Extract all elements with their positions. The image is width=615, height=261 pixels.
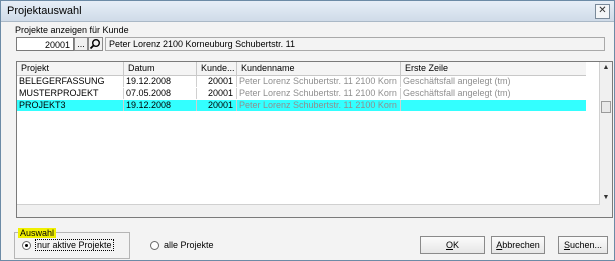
table-row-selected[interactable]: PROJEKT3 19.12.2008 20001 Peter Lorenz S… — [17, 100, 586, 111]
project-selection-window: Projektauswahl ✕ Projekte anzeigen für K… — [0, 0, 615, 261]
option-all-projects-label[interactable]: alle Projekte — [164, 240, 214, 250]
cell-datum: 07.05.2008 — [124, 88, 197, 99]
cell-projekt: MUSTERPROJEKT — [17, 88, 124, 99]
browse-button[interactable]: ... — [74, 37, 88, 51]
search-label: uchen... — [569, 240, 603, 250]
cell-erste-zeile — [401, 100, 586, 111]
radio-active-projects[interactable] — [22, 241, 31, 250]
cancel-label: bbrechen — [502, 240, 540, 250]
search-button[interactable]: Suchen... — [558, 236, 608, 254]
cell-kunde: 20001 — [197, 88, 237, 99]
cancel-button[interactable]: Abbrechen — [491, 236, 545, 254]
cell-kundenname: Peter Lorenz Schubertstr. 11 2100 Korn — [237, 88, 401, 99]
table-header: Projekt Datum Kunde... Kundenname Erste … — [17, 62, 586, 76]
radio-all-projects[interactable] — [150, 241, 159, 250]
table-row[interactable]: BELEGERFASSUNG 19.12.2008 20001 Peter Lo… — [17, 76, 586, 87]
vertical-scrollbar[interactable]: ▲ ▼ — [599, 62, 612, 217]
customer-number-field[interactable]: 20001 — [16, 37, 74, 51]
magnifier-icon — [89, 39, 100, 50]
cell-datum: 19.12.2008 — [124, 76, 197, 87]
option-active-projects-label[interactable]: nur aktive Projekte — [35, 239, 114, 251]
ok-accelerator: O — [445, 240, 453, 250]
window-title: Projektauswahl — [7, 5, 82, 17]
cell-kundenname: Peter Lorenz Schubertstr. 11 2100 Korn — [237, 76, 401, 87]
column-header-projekt[interactable]: Projekt — [17, 62, 124, 75]
column-header-kunde[interactable]: Kunde... — [197, 62, 237, 75]
column-header-erste-zeile[interactable]: Erste Zeile — [401, 62, 586, 75]
project-table[interactable]: Projekt Datum Kunde... Kundenname Erste … — [16, 61, 613, 218]
horizontal-scrollbar[interactable] — [17, 204, 600, 217]
column-header-datum[interactable]: Datum — [124, 62, 197, 75]
cell-projekt: BELEGERFASSUNG — [17, 76, 124, 87]
ok-button[interactable]: OK — [420, 236, 485, 254]
cell-projekt: PROJEKT3 — [17, 100, 124, 111]
scroll-down-icon[interactable]: ▼ — [600, 192, 612, 204]
dialog-body: Projekte anzeigen für Kunde 20001 ... Pe… — [2, 22, 613, 259]
cell-kunde: 20001 — [197, 76, 237, 87]
customer-filter-label: Projekte anzeigen für Kunde — [15, 25, 129, 35]
close-button[interactable]: ✕ — [595, 4, 610, 19]
radio-selected-dot — [25, 244, 28, 247]
cell-kunde: 20001 — [197, 100, 237, 111]
scroll-thumb[interactable] — [601, 101, 611, 113]
cell-erste-zeile: Geschäftsfall angelegt (tm) — [403, 88, 511, 98]
title-bar: Projektauswahl ✕ — [1, 1, 614, 22]
column-header-kundenname[interactable]: Kundenname — [237, 62, 401, 75]
ok-label: K — [453, 240, 460, 250]
cell-erste-zeile: Geschäftsfall angelegt (tm) — [403, 76, 511, 86]
scroll-up-icon[interactable]: ▲ — [600, 62, 612, 74]
cell-datum: 19.12.2008 — [124, 100, 197, 111]
table-row[interactable]: MUSTERPROJEKT 07.05.2008 20001 Peter Lor… — [17, 88, 586, 99]
customer-info-display: Peter Lorenz 2100 Korneuburg Schubertstr… — [105, 37, 605, 51]
cell-kundenname: Peter Lorenz Schubertstr. 11 2100 Korn — [237, 100, 401, 111]
customer-search-button[interactable] — [88, 37, 103, 51]
auswahl-label: Auswahl — [18, 228, 57, 238]
close-icon[interactable]: ✕ — [598, 5, 606, 16]
